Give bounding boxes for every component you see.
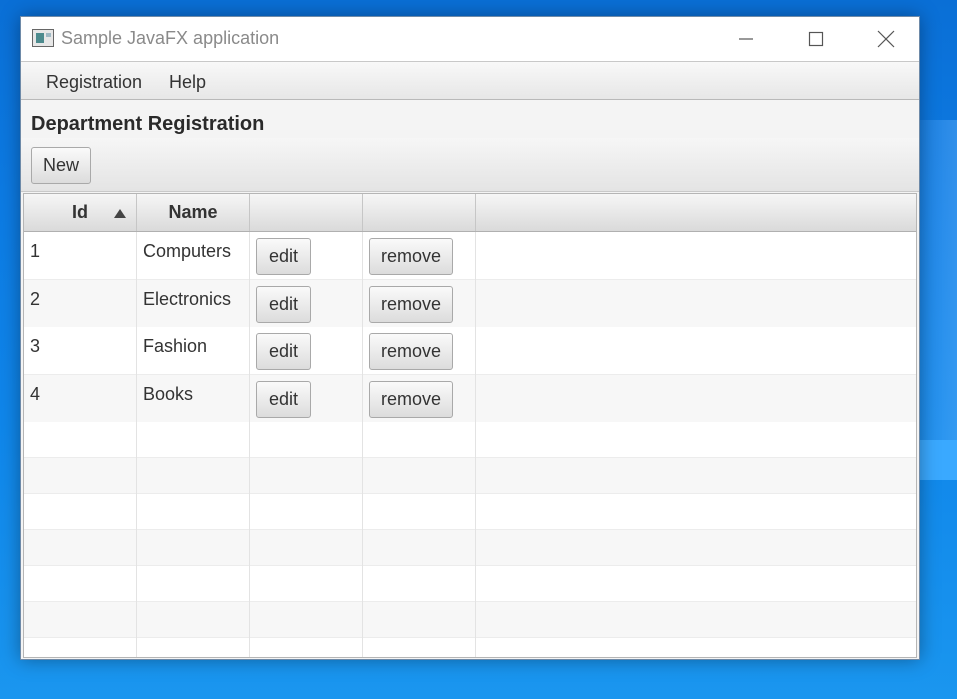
table-header: Id Name [24,194,916,232]
close-button[interactable] [851,17,921,61]
menu-registration[interactable]: Registration [46,72,142,93]
column-header-id[interactable]: Id [24,194,137,231]
cell-name: Fashion [143,336,208,356]
minimize-icon [739,38,753,40]
edit-button[interactable]: edit [256,286,311,323]
cell-id: 3 [30,336,41,356]
edit-button[interactable]: edit [256,381,311,418]
menu-bar: Registration Help [21,61,919,100]
toolbar: New [21,138,919,192]
edit-button[interactable]: edit [256,333,311,370]
column-header-filler [476,194,916,231]
maximize-button[interactable] [781,17,851,61]
title-bar[interactable]: Sample JavaFX application [21,17,919,61]
column-divider [249,232,250,657]
column-header-remove[interactable] [363,194,476,231]
remove-button[interactable]: remove [369,238,453,275]
table-row-empty [24,638,916,657]
minimize-button[interactable] [711,17,781,61]
column-divider [136,232,137,657]
table-row-empty [24,422,916,458]
table-row-empty [24,530,916,566]
table-row[interactable]: 2 Electronics edit remove [24,280,916,328]
department-table[interactable]: Id Name 1 Computers edit remove 2 Electronics… [23,193,917,658]
app-window: Sample JavaFX application Registration H… [20,16,920,660]
column-divider [362,232,363,657]
maximize-icon [808,31,824,47]
sort-ascending-icon [114,209,126,218]
close-icon [877,30,895,48]
window-title: Sample JavaFX application [61,28,280,48]
table-row-empty [24,602,916,638]
page-title: Department Registration [31,113,265,135]
new-button[interactable]: New [31,147,91,184]
table-row[interactable]: 1 Computers edit remove [24,232,916,280]
cell-name: Books [143,384,194,404]
table-row[interactable]: 4 Books edit remove [24,375,916,423]
remove-button[interactable]: remove [369,381,453,418]
app-icon [32,29,54,47]
table-row-empty [24,458,916,494]
cell-id: 2 [30,289,41,309]
column-header-name[interactable]: Name [137,194,250,231]
edit-button[interactable]: edit [256,238,311,275]
desktop-light-patch [917,440,957,480]
cell-id: 4 [30,384,41,404]
table-row[interactable]: 3 Fashion edit remove [24,327,916,375]
table-row-empty [24,494,916,530]
cell-id: 1 [30,241,41,261]
cell-name: Electronics [143,289,232,309]
remove-button[interactable]: remove [369,286,453,323]
cell-name: Computers [143,241,232,261]
menu-help[interactable]: Help [169,72,206,93]
table-row-empty [24,566,916,602]
column-divider [475,232,476,657]
remove-button[interactable]: remove [369,333,453,370]
column-header-edit[interactable] [250,194,363,231]
column-header-id-label: Id [72,202,88,222]
